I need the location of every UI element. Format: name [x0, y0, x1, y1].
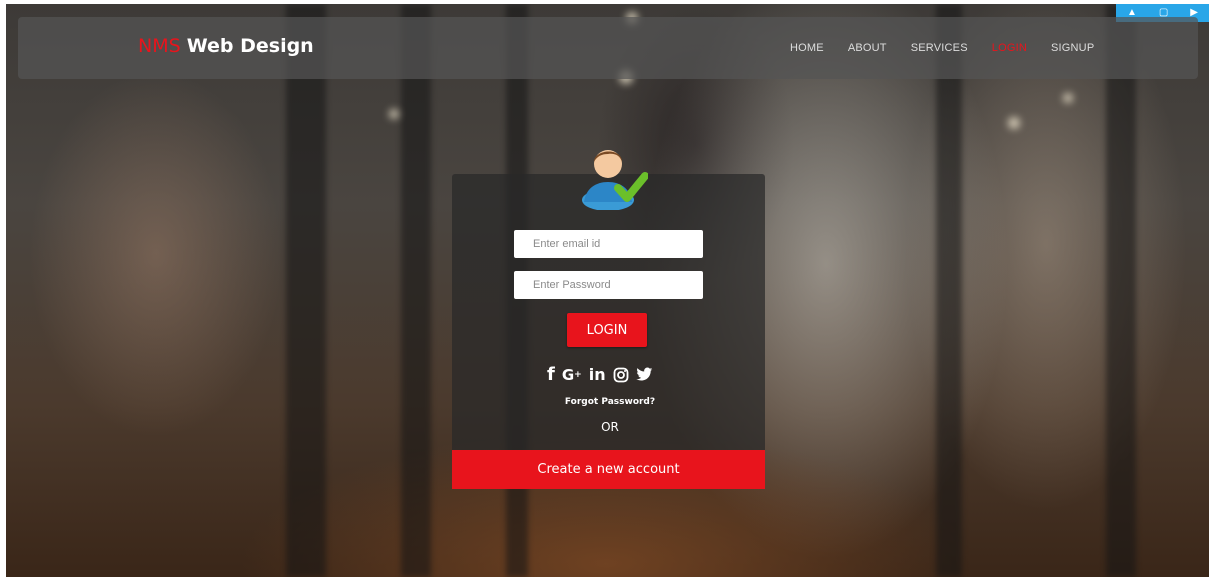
main-nav: HOME ABOUT SERVICES LOGIN SIGNUP [790, 42, 1118, 54]
nav-signup[interactable]: SIGNUP [1051, 42, 1094, 54]
email-input[interactable] [514, 230, 703, 258]
create-account-button[interactable]: Create a new account [452, 450, 765, 489]
facebook-icon[interactable]: f [547, 364, 555, 385]
forgot-password-link[interactable]: Forgot Password? [560, 397, 660, 407]
nav-about[interactable]: ABOUT [848, 42, 887, 54]
twitter-icon[interactable] [635, 367, 653, 382]
user-avatar-icon [582, 150, 648, 210]
nav-home[interactable]: HOME [790, 42, 824, 54]
navbar: NMS Web Design HOME ABOUT SERVICES LOGIN… [18, 17, 1198, 79]
nav-services[interactable]: SERVICES [911, 42, 968, 54]
nav-login[interactable]: LOGIN [992, 42, 1027, 54]
brand-accent: NMS [138, 35, 181, 57]
login-button[interactable]: LOGIN [567, 313, 647, 347]
social-links: f G + in [547, 364, 653, 385]
brand-name: Web Design [186, 35, 314, 57]
brand-logo[interactable]: NMS Web Design [138, 35, 314, 57]
password-input[interactable] [514, 271, 703, 299]
linkedin-icon[interactable]: in [589, 365, 606, 384]
google-plus-icon[interactable]: G + [562, 366, 582, 384]
or-divider: OR [601, 420, 619, 434]
instagram-icon[interactable] [613, 367, 629, 383]
